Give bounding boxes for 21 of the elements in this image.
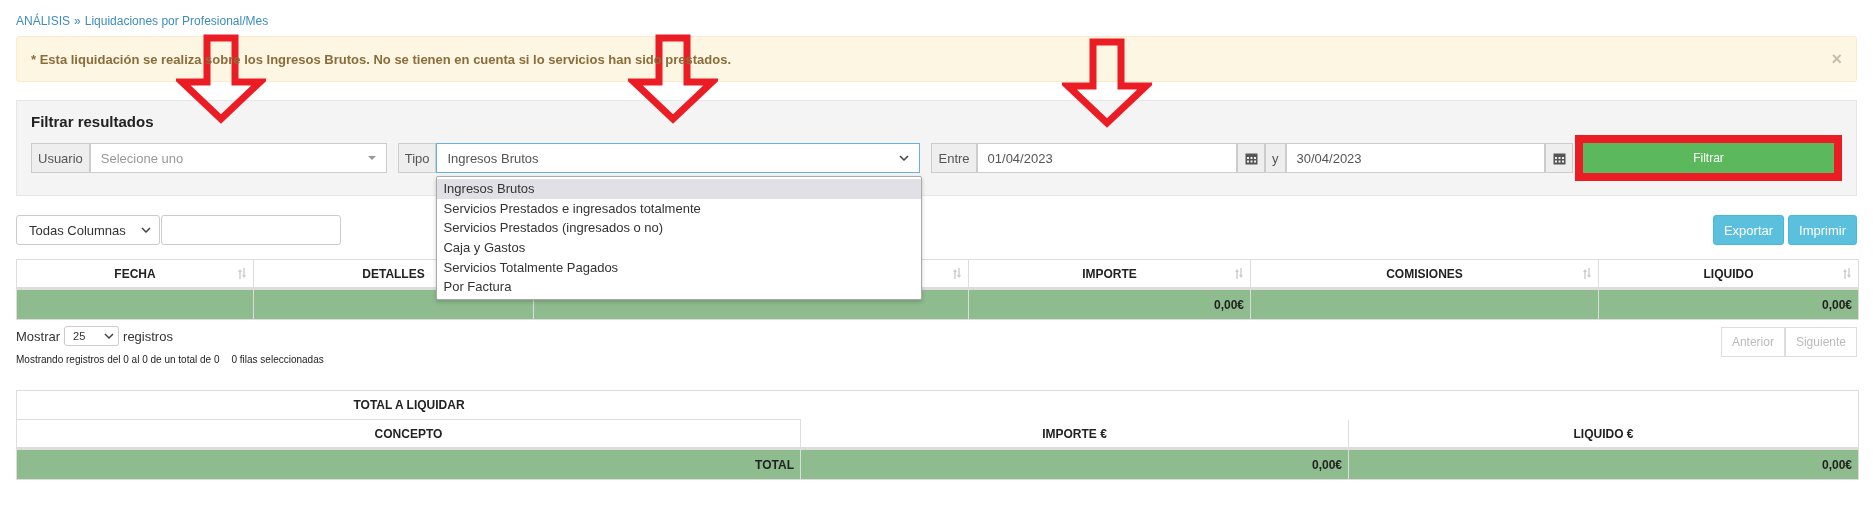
- field-label: Entre: [931, 143, 977, 173]
- total-cell: 0,00€: [969, 288, 1251, 319]
- total-cell: 0,00€: [801, 448, 1349, 479]
- field-label: y: [1265, 143, 1286, 173]
- total-cell: 0,00€: [1599, 288, 1858, 319]
- header-label: FECHA: [114, 266, 156, 281]
- selection-info: 0 filas seleccionadas: [231, 354, 324, 365]
- field-label: Tipo: [397, 143, 437, 173]
- length-label: Mostrar: [16, 328, 61, 344]
- summary-title: TOTAL A LIQUIDAR: [17, 391, 801, 420]
- table-info: Mostrando registros del 0 al 0 de un total de 0: [16, 354, 220, 365]
- header-label: LIQUIDO: [1703, 266, 1754, 281]
- header-label: COMISIONES: [1386, 266, 1463, 281]
- header-label: IMPORTE: [1082, 266, 1137, 281]
- length-label: registros: [123, 328, 173, 344]
- panel-title: Filtrar resultados: [31, 113, 155, 132]
- breadcrumb-separator: »: [74, 14, 81, 28]
- total-cell: TOTAL: [17, 448, 801, 479]
- field-label: Usuario: [31, 143, 90, 173]
- header-label: DETALLES: [362, 266, 425, 281]
- total-cell: 0,00€: [1349, 448, 1858, 479]
